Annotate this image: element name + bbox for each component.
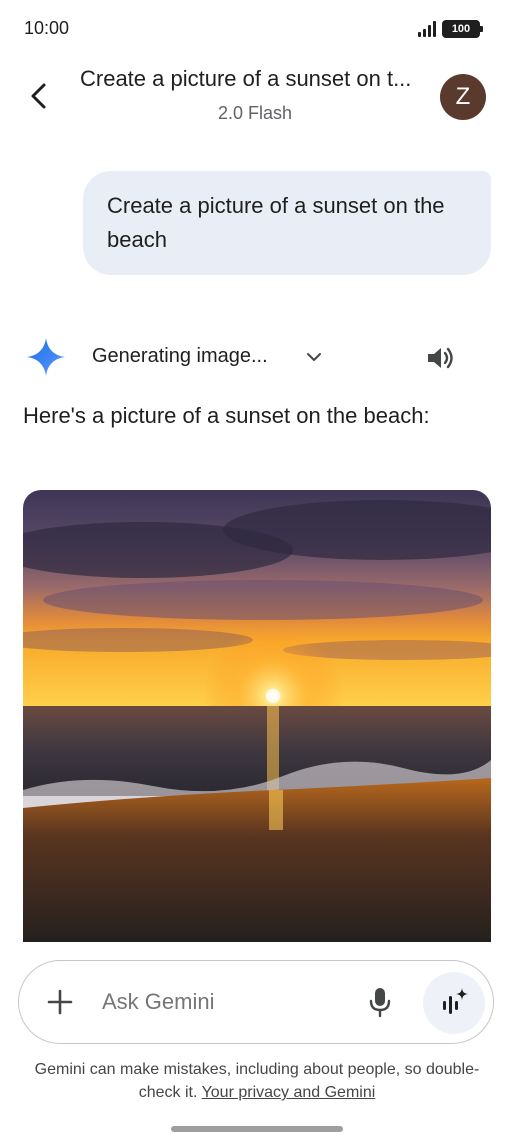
user-message-bubble: Create a picture of a sunset on the beac… (83, 171, 491, 275)
arrow-back-icon[interactable] (24, 80, 56, 112)
generated-sunset-image[interactable] (23, 490, 491, 942)
battery-indicator: 100 (442, 20, 483, 38)
mic-icon[interactable] (366, 986, 394, 1018)
speaker-icon[interactable] (424, 342, 456, 374)
chevron-down-icon[interactable] (304, 347, 324, 367)
model-label[interactable]: 2.0 Flash (80, 103, 430, 124)
generating-status: Generating image... (92, 345, 268, 367)
privacy-link[interactable]: Your privacy and Gemini (202, 1084, 376, 1101)
gemini-live-icon (443, 988, 468, 1014)
status-icons: 100 (418, 20, 483, 38)
gemini-live-button[interactable] (423, 972, 485, 1034)
gemini-spark-icon (27, 338, 65, 376)
ask-gemini-input[interactable] (102, 984, 342, 1020)
home-indicator[interactable] (171, 1126, 343, 1132)
disclaimer: Gemini can make mistakes, including abou… (30, 1058, 484, 1104)
avatar[interactable]: Z (440, 74, 486, 120)
status-time: 10:00 (24, 18, 70, 38)
plus-icon[interactable] (46, 988, 74, 1016)
signal-icon (418, 21, 436, 37)
chat-title: Create a picture of a sunset on t... (80, 66, 412, 91)
response-text: Here's a picture of a sunset on the beac… (23, 403, 430, 428)
